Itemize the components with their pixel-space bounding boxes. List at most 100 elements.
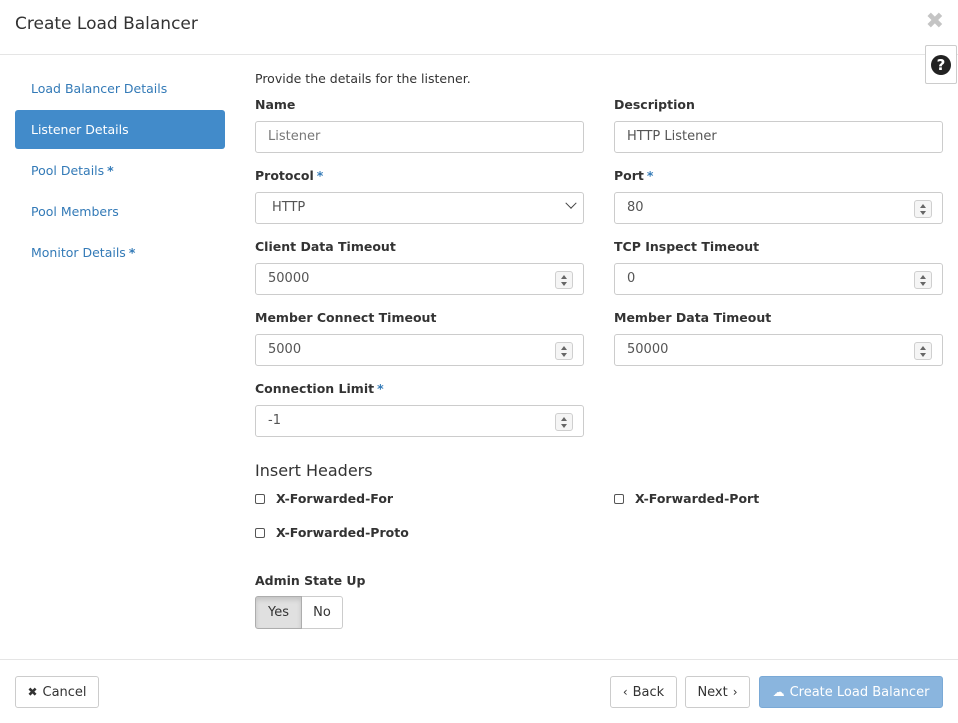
nav-item-monitor-details[interactable]: Monitor Details *: [15, 233, 225, 272]
nav-item-listener-details[interactable]: Listener Details: [15, 110, 225, 149]
spin-down-icon[interactable]: [561, 423, 567, 428]
spin-down-icon[interactable]: [561, 352, 567, 357]
modal-title: Create Load Balancer: [15, 14, 198, 34]
protocol-field-group: Protocol * HTTP: [255, 168, 584, 224]
member-data-timeout-value: 50000: [627, 342, 669, 357]
protocol-select[interactable]: HTTP: [255, 192, 584, 224]
number-spinner[interactable]: [914, 271, 932, 289]
cancel-label: Cancel: [42, 684, 87, 700]
spin-down-icon[interactable]: [920, 281, 926, 286]
next-label: Next: [697, 684, 728, 700]
x-forwarded-proto-option[interactable]: X-Forwarded-Proto: [255, 525, 409, 540]
spin-up-icon[interactable]: [920, 203, 926, 208]
spin-up-icon[interactable]: [920, 345, 926, 350]
nav-item-label: Pool Members: [31, 204, 119, 219]
nav-item-label: Pool Details: [31, 163, 105, 178]
spin-up-icon[interactable]: [920, 274, 926, 279]
x-forwarded-proto-label: X-Forwarded-Proto: [276, 525, 409, 540]
insert-headers-title: Insert Headers: [255, 461, 373, 480]
required-marker: *: [377, 381, 384, 396]
admin-state-toggle: Yes No: [255, 596, 343, 629]
modal-header: Create Load Balancer ✖: [0, 0, 958, 55]
member-data-timeout-label: Member Data Timeout: [614, 310, 772, 325]
x-forwarded-for-checkbox[interactable]: [255, 493, 265, 504]
wizard-nav: Load Balancer Details Listener Details P…: [15, 69, 225, 274]
spin-down-icon[interactable]: [920, 352, 926, 357]
create-load-balancer-label: Create Load Balancer: [789, 684, 930, 700]
nav-item-load-balancer-details[interactable]: Load Balancer Details: [15, 69, 225, 108]
next-button[interactable]: Next ›: [685, 676, 750, 708]
number-spinner[interactable]: [555, 413, 573, 431]
connection-limit-label: Connection Limit: [255, 381, 375, 396]
port-value: 80: [627, 200, 644, 215]
x-forwarded-for-option[interactable]: X-Forwarded-For: [255, 491, 393, 506]
spin-up-icon[interactable]: [561, 274, 567, 279]
connection-limit-input[interactable]: -1: [255, 405, 584, 437]
port-input[interactable]: 80: [614, 192, 943, 224]
client-data-timeout-value: 50000: [268, 271, 310, 286]
back-button[interactable]: ‹ Back: [610, 676, 677, 708]
required-marker: *: [128, 245, 136, 260]
port-label: Port: [614, 168, 644, 183]
member-connect-timeout-value: 5000: [268, 342, 302, 357]
x-forwarded-port-checkbox[interactable]: [614, 493, 624, 504]
connection-limit-value: -1: [268, 413, 281, 428]
x-forwarded-proto-checkbox[interactable]: [255, 527, 265, 538]
admin-state-no-button[interactable]: No: [302, 596, 343, 629]
client-data-timeout-label: Client Data Timeout: [255, 239, 396, 254]
modal-footer: ✖ Cancel ‹ Back Next › ☁ Create Load Bal…: [0, 659, 958, 723]
member-connect-timeout-field-group: Member Connect Timeout 5000: [255, 310, 584, 366]
nav-item-label: Monitor Details: [31, 245, 126, 260]
form-intro: Provide the details for the listener.: [255, 71, 471, 86]
description-input[interactable]: HTTP Listener: [614, 121, 943, 153]
close-icon[interactable]: ✖: [926, 10, 944, 34]
protocol-select-value: HTTP: [272, 200, 306, 215]
spin-up-icon[interactable]: [561, 416, 567, 421]
number-spinner[interactable]: [914, 200, 932, 218]
tcp-inspect-timeout-value: 0: [627, 271, 636, 286]
spin-down-icon[interactable]: [920, 210, 926, 215]
cloud-upload-icon: ☁: [772, 685, 785, 699]
nav-item-pool-members[interactable]: Pool Members: [15, 192, 225, 231]
nav-item-label: Load Balancer Details: [31, 81, 168, 96]
admin-state-yes-button[interactable]: Yes: [255, 596, 302, 629]
tcp-inspect-timeout-label: TCP Inspect Timeout: [614, 239, 760, 254]
spin-up-icon[interactable]: [561, 345, 567, 350]
number-spinner[interactable]: [555, 342, 573, 360]
member-connect-timeout-label: Member Connect Timeout: [255, 310, 437, 325]
required-marker: *: [107, 163, 114, 178]
nav-item-pool-details[interactable]: Pool Details *: [15, 151, 225, 190]
spin-down-icon[interactable]: [561, 281, 567, 286]
back-label: Back: [632, 684, 665, 700]
name-label: Name: [255, 97, 296, 112]
number-spinner[interactable]: [914, 342, 932, 360]
create-load-balancer-button[interactable]: ☁ Create Load Balancer: [759, 676, 943, 708]
member-data-timeout-field-group: Member Data Timeout 50000: [614, 310, 943, 366]
member-connect-timeout-input[interactable]: 5000: [255, 334, 584, 366]
x-forwarded-port-label: X-Forwarded-Port: [635, 491, 760, 506]
x-forwarded-for-label: X-Forwarded-For: [276, 491, 394, 506]
cancel-button[interactable]: ✖ Cancel: [15, 676, 99, 708]
nav-item-label: Listener Details: [31, 122, 129, 137]
admin-state-label: Admin State Up: [255, 573, 366, 588]
member-data-timeout-input[interactable]: 50000: [614, 334, 943, 366]
chevron-left-icon: ‹: [622, 685, 628, 699]
description-label: Description: [614, 97, 695, 112]
close-icon: ✖: [27, 685, 38, 699]
port-field-group: Port * 80: [614, 168, 943, 224]
connection-limit-field-group: Connection Limit * -1: [255, 381, 584, 437]
help-button[interactable]: ?: [925, 45, 957, 84]
client-data-timeout-input[interactable]: 50000: [255, 263, 584, 295]
required-marker: *: [316, 168, 324, 183]
name-field-group: Name Listener: [255, 97, 584, 153]
tcp-inspect-timeout-input[interactable]: 0: [614, 263, 943, 295]
name-input[interactable]: Listener: [255, 121, 584, 153]
chevron-down-icon: [565, 197, 577, 209]
tcp-inspect-timeout-field-group: TCP Inspect Timeout 0: [614, 239, 943, 295]
required-marker: *: [646, 168, 654, 183]
x-forwarded-port-option[interactable]: X-Forwarded-Port: [614, 491, 759, 506]
number-spinner[interactable]: [555, 271, 573, 289]
client-data-timeout-field-group: Client Data Timeout 50000: [255, 239, 584, 295]
protocol-label: Protocol: [255, 168, 314, 183]
question-circle-icon: ?: [931, 54, 951, 75]
